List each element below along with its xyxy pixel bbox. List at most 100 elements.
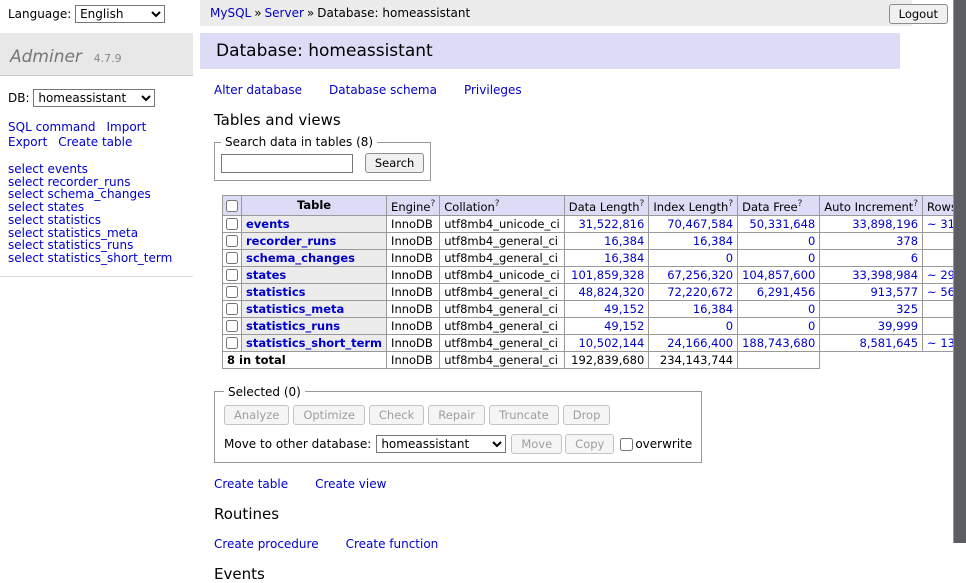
bulk-action-button[interactable]: Repair	[428, 405, 485, 425]
help-icon[interactable]: ?	[913, 199, 918, 209]
index-length-link[interactable]: 70,467,584	[667, 217, 733, 231]
data-free-link[interactable]: 0	[808, 251, 815, 265]
auto-increment-link[interactable]: 378	[896, 234, 918, 248]
create-link[interactable]: Create view	[315, 477, 386, 491]
auto-increment-link[interactable]: 6	[911, 251, 918, 265]
column-header-data-free: Data Free?	[738, 196, 820, 216]
index-length-link[interactable]: 0	[726, 251, 733, 265]
routine-create-link[interactable]: Create function	[346, 537, 439, 551]
row-checkbox[interactable]	[226, 303, 238, 315]
row-checkbox[interactable]	[226, 337, 238, 349]
language-select[interactable]: English	[75, 5, 165, 23]
row-checkbox[interactable]	[226, 286, 238, 298]
auto-increment-link[interactable]: 33,898,196	[852, 217, 918, 231]
data-length-link[interactable]: 31,522,816	[578, 217, 644, 231]
index-length-link[interactable]: 67,256,320	[667, 268, 733, 282]
database-action-link[interactable]: Privileges	[464, 83, 522, 97]
row-checkbox[interactable]	[226, 252, 238, 264]
data-free-link[interactable]: 50,331,648	[749, 217, 815, 231]
data-free-link[interactable]: 188,743,680	[742, 336, 815, 350]
table-name-link[interactable]: statistics_short_term	[246, 336, 382, 350]
table-name-link[interactable]: events	[246, 217, 290, 231]
index-length-link[interactable]: 16,384	[693, 302, 733, 316]
data-length-link[interactable]: 16,384	[604, 251, 644, 265]
table-name-link[interactable]: states	[246, 268, 286, 282]
help-icon[interactable]: ?	[798, 199, 803, 209]
total-collation: utf8mb4_general_ci	[440, 351, 565, 368]
collation-cell: utf8mb4_unicode_ci	[440, 266, 565, 283]
index-length-link[interactable]: 72,220,672	[667, 285, 733, 299]
data-free-link[interactable]: 104,857,600	[742, 268, 815, 282]
auto-increment-link[interactable]: 33,398,984	[852, 268, 918, 282]
table-header-row: Table Engine? Collation? Data Length? In…	[223, 196, 966, 216]
database-action-link[interactable]: Database schema	[329, 83, 437, 97]
create-link[interactable]: Create table	[214, 477, 288, 491]
row-checkbox[interactable]	[226, 320, 238, 332]
table-name-link[interactable]: statistics	[246, 285, 306, 299]
sidebar-action-link[interactable]: Export	[8, 135, 47, 149]
auto-increment-link[interactable]: 325	[896, 302, 918, 316]
overwrite-label[interactable]: overwrite	[620, 437, 692, 451]
db-select[interactable]: homeassistant	[33, 89, 155, 107]
data-free-link[interactable]: 0	[808, 234, 815, 248]
database-action-link[interactable]: Alter database	[214, 83, 302, 97]
table-name-link[interactable]: statistics_runs	[246, 319, 340, 333]
row-checkbox[interactable]	[226, 269, 238, 281]
index-length-link[interactable]: 16,384	[693, 234, 733, 248]
engine-cell: InnoDB	[387, 249, 440, 266]
breadcrumb-link-mysql[interactable]: MySQL	[210, 6, 251, 20]
logout-button[interactable]: Logout	[889, 4, 948, 24]
index-length-link[interactable]: 24,166,400	[667, 336, 733, 350]
breadcrumb-link-server[interactable]: Server	[265, 6, 304, 20]
sidebar-table-link[interactable]: select statistics	[8, 214, 185, 227]
move-button[interactable]: Move	[511, 434, 562, 454]
auto-increment-link[interactable]: 8,581,645	[860, 336, 919, 350]
move-db-select[interactable]: homeassistant	[376, 435, 506, 453]
bulk-action-button[interactable]: Drop	[563, 405, 611, 425]
data-length-link[interactable]: 10,502,144	[578, 336, 644, 350]
table-row: statistics_short_term InnoDB utf8mb4_gen…	[223, 334, 966, 351]
row-checkbox[interactable]	[226, 235, 238, 247]
table-name-link[interactable]: schema_changes	[246, 251, 355, 265]
index-length-link[interactable]: 0	[726, 319, 733, 333]
help-icon[interactable]: ?	[495, 199, 500, 209]
data-length-link[interactable]: 16,384	[604, 234, 644, 248]
sidebar-action-link[interactable]: SQL command	[8, 120, 95, 134]
sidebar-table-link[interactable]: select statistics_short_term	[8, 252, 185, 265]
sidebar-table-link[interactable]: select states	[8, 201, 185, 214]
auto-increment-link[interactable]: 913,577	[870, 285, 918, 299]
main-content: Database: homeassistant Alter databaseDa…	[200, 33, 912, 583]
help-icon[interactable]: ?	[728, 199, 733, 209]
data-length-link[interactable]: 49,152	[604, 319, 644, 333]
data-length-link[interactable]: 48,824,320	[578, 285, 644, 299]
data-free-link[interactable]: 0	[808, 302, 815, 316]
bulk-action-button[interactable]: Analyze	[224, 405, 289, 425]
data-length-link[interactable]: 101,859,328	[571, 268, 644, 282]
table-name-link[interactable]: statistics_meta	[246, 302, 344, 316]
routine-create-link[interactable]: Create procedure	[214, 537, 319, 551]
sidebar-table-link[interactable]: select events	[8, 163, 185, 176]
select-all-checkbox[interactable]	[226, 200, 238, 212]
bulk-action-button[interactable]: Check	[369, 405, 424, 425]
table-row: events InnoDB utf8mb4_unicode_ci 31,522,…	[223, 215, 966, 232]
help-icon[interactable]: ?	[430, 199, 435, 209]
sidebar-action-link[interactable]: Import	[106, 120, 146, 134]
data-free-link[interactable]: 6,291,456	[757, 285, 816, 299]
help-icon[interactable]: ?	[640, 199, 645, 209]
copy-button[interactable]: Copy	[565, 434, 614, 454]
bulk-action-button[interactable]: Optimize	[293, 405, 365, 425]
tables-list: Table Engine? Collation? Data Length? In…	[222, 195, 912, 369]
move-row: Move to other database:homeassistantMove…	[224, 434, 692, 454]
totals-row: 8 in total InnoDB utf8mb4_general_ci 192…	[223, 351, 966, 368]
bulk-action-button[interactable]: Truncate	[489, 405, 559, 425]
auto-increment-link[interactable]: 39,999	[878, 319, 918, 333]
overwrite-checkbox[interactable]	[620, 438, 633, 451]
row-checkbox[interactable]	[226, 218, 238, 230]
data-length-link[interactable]: 49,152	[604, 302, 644, 316]
vertical-scrollbar[interactable]	[953, 0, 966, 543]
search-button[interactable]: Search	[365, 153, 425, 173]
sidebar-action-link[interactable]: Create table	[58, 135, 132, 149]
search-input[interactable]	[221, 154, 353, 173]
data-free-link[interactable]: 0	[808, 319, 815, 333]
table-name-link[interactable]: recorder_runs	[246, 234, 336, 248]
